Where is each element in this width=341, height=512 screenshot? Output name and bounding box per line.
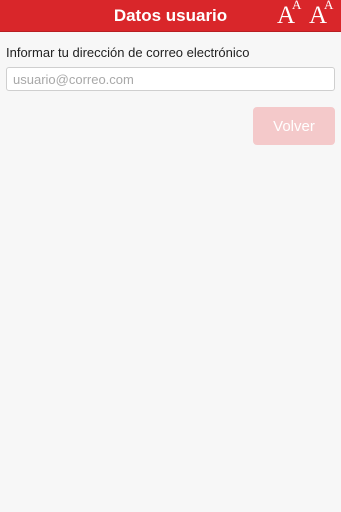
email-field[interactable] bbox=[6, 67, 335, 91]
email-label: Informar tu dirección de correo electrón… bbox=[6, 45, 250, 60]
font-size-decrease-button[interactable]: A A bbox=[309, 0, 339, 31]
app-bar: Datos usuario A A A A bbox=[0, 0, 341, 32]
font-size-increase-button[interactable]: A A bbox=[277, 0, 307, 31]
back-button[interactable]: Volver bbox=[253, 107, 335, 145]
